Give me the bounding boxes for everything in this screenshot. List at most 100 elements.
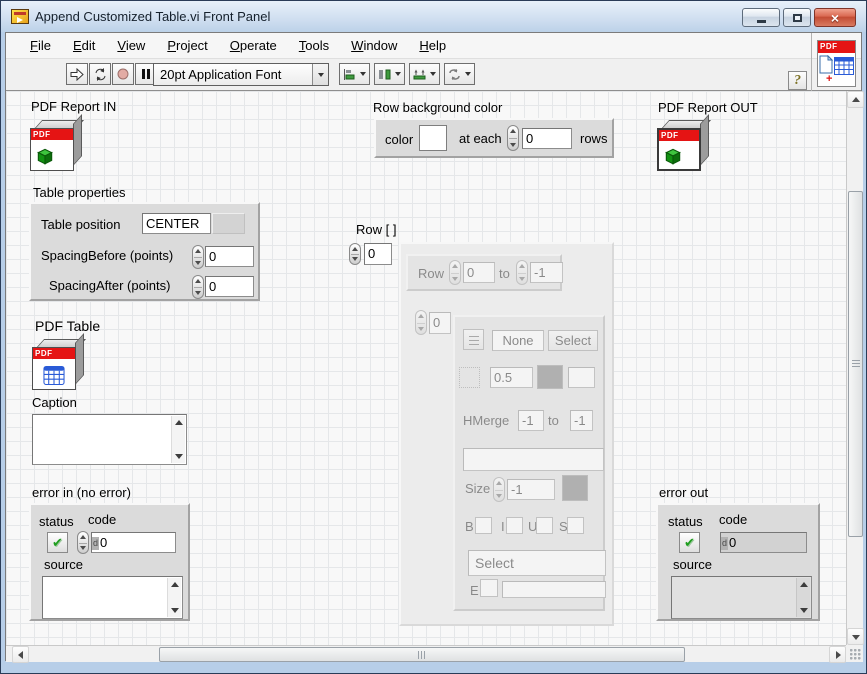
code-field[interactable]: d0 bbox=[91, 532, 176, 553]
scroll-up-button[interactable] bbox=[847, 91, 864, 108]
close-icon: × bbox=[831, 11, 839, 25]
reorder-objects-button[interactable] bbox=[444, 63, 475, 85]
scroll-right-button[interactable] bbox=[829, 646, 846, 663]
row-to-field[interactable]: -1 bbox=[530, 262, 563, 283]
context-help-button[interactable]: ? bbox=[788, 71, 807, 90]
select-listbox[interactable]: Select bbox=[468, 550, 606, 576]
font-selector-value: 20pt Application Font bbox=[154, 67, 312, 82]
cell-text-field[interactable] bbox=[463, 448, 604, 471]
caption-scrollbar[interactable] bbox=[171, 416, 185, 463]
align-objects-button[interactable] bbox=[339, 63, 370, 85]
hmerge-to-field[interactable]: -1 bbox=[570, 410, 593, 431]
pdf-badge: PDF bbox=[31, 129, 73, 140]
caption-textbox[interactable] bbox=[32, 414, 187, 465]
vertical-scroll-thumb[interactable] bbox=[848, 191, 863, 537]
border-width-field[interactable]: 0.5 bbox=[490, 367, 533, 388]
embed-field[interactable] bbox=[502, 581, 606, 598]
border-color-box[interactable] bbox=[537, 365, 563, 389]
scroll-down-icon[interactable] bbox=[175, 454, 183, 459]
row-array-index-field[interactable]: 0 bbox=[364, 243, 392, 265]
spacing-after-field[interactable]: 0 bbox=[205, 276, 254, 297]
status-indicator bbox=[679, 532, 700, 553]
table-position-field[interactable]: CENTER bbox=[142, 213, 211, 234]
arrow-left-icon bbox=[18, 651, 23, 659]
run-button[interactable] bbox=[66, 63, 88, 85]
font-name-field[interactable]: None bbox=[492, 330, 544, 351]
underline-checkbox[interactable] bbox=[536, 517, 553, 534]
source-scrollbar[interactable] bbox=[167, 578, 181, 617]
scroll-left-button[interactable] bbox=[12, 646, 29, 663]
spacing-after-spinner[interactable] bbox=[192, 275, 204, 299]
menu-file[interactable]: File bbox=[19, 33, 62, 59]
row-from-field[interactable]: 0 bbox=[463, 262, 495, 283]
scroll-down-icon[interactable] bbox=[171, 608, 179, 613]
pause-icon bbox=[141, 68, 151, 80]
row-array-index-spinner[interactable] bbox=[349, 243, 361, 265]
row-from-spinner[interactable] bbox=[449, 260, 461, 285]
distribute-objects-button[interactable] bbox=[374, 63, 405, 85]
run-continuous-button[interactable] bbox=[89, 63, 111, 85]
menu-help[interactable]: Help bbox=[408, 33, 457, 59]
minimize-button[interactable] bbox=[742, 8, 780, 27]
row-bg-color-label: Row background color bbox=[373, 100, 502, 115]
source-scrollbar[interactable] bbox=[796, 578, 810, 617]
menu-view[interactable]: View bbox=[106, 33, 156, 59]
color-label: color bbox=[385, 132, 413, 147]
border-checkbox[interactable] bbox=[459, 367, 480, 388]
resize-grip[interactable] bbox=[846, 645, 863, 662]
row-color-box[interactable] bbox=[419, 125, 447, 151]
source-textbox[interactable] bbox=[42, 576, 183, 619]
justify-button[interactable] bbox=[463, 329, 484, 350]
size-field[interactable]: -1 bbox=[507, 479, 555, 500]
spacing-before-spinner[interactable] bbox=[192, 245, 204, 269]
chevron-down-icon bbox=[360, 72, 366, 76]
menu-edit[interactable]: Edit bbox=[62, 33, 106, 59]
row-to-spinner[interactable] bbox=[516, 260, 528, 285]
titlebar[interactable]: Append Customized Table.vi Front Panel × bbox=[1, 1, 866, 32]
minimize-icon bbox=[757, 20, 766, 23]
pdf-report-in-control[interactable]: PDF bbox=[29, 117, 83, 171]
scroll-up-icon[interactable] bbox=[175, 420, 183, 425]
menu-operate[interactable]: Operate bbox=[219, 33, 288, 59]
font-selector-dropdown[interactable] bbox=[312, 64, 328, 85]
cell-array-index-spinner[interactable] bbox=[415, 310, 427, 335]
size-spinner[interactable] bbox=[493, 477, 505, 502]
font-select-button[interactable]: Select bbox=[548, 330, 598, 351]
vertical-scrollbar[interactable] bbox=[846, 91, 863, 645]
menu-tools[interactable]: Tools bbox=[288, 33, 340, 59]
at-each-field[interactable]: 0 bbox=[522, 128, 572, 149]
scroll-down-button[interactable] bbox=[847, 628, 864, 645]
scroll-up-icon[interactable] bbox=[171, 582, 179, 587]
code-spinner[interactable] bbox=[77, 531, 89, 554]
font-color-box[interactable] bbox=[562, 475, 588, 501]
italic-checkbox[interactable] bbox=[506, 517, 523, 534]
arrow-up-icon bbox=[852, 97, 860, 102]
scroll-down-icon[interactable] bbox=[800, 608, 808, 613]
cell-color-box[interactable] bbox=[568, 367, 595, 388]
strike-checkbox[interactable] bbox=[567, 517, 584, 534]
abort-button[interactable] bbox=[112, 63, 134, 85]
horizontal-scroll-thumb[interactable] bbox=[159, 647, 685, 662]
font-selector[interactable]: 20pt Application Font bbox=[153, 63, 329, 86]
spacing-before-field[interactable]: 0 bbox=[205, 246, 254, 267]
resize-objects-button[interactable] bbox=[409, 63, 440, 85]
chevron-down-icon bbox=[318, 73, 324, 77]
status-checkbox[interactable] bbox=[47, 532, 68, 553]
close-button[interactable]: × bbox=[814, 8, 856, 27]
menu-window[interactable]: Window bbox=[340, 33, 408, 59]
at-each-spinner[interactable] bbox=[507, 125, 519, 151]
cell-array-index-field[interactable]: 0 bbox=[429, 312, 451, 334]
vi-connector-icon[interactable]: PDF + bbox=[817, 40, 856, 87]
front-panel: PDF Report IN PDF Row background bbox=[6, 91, 846, 645]
pdf-table-control[interactable]: PDF bbox=[31, 336, 85, 390]
menu-project[interactable]: Project bbox=[156, 33, 218, 59]
caption-label: Caption bbox=[32, 395, 77, 410]
scroll-up-icon[interactable] bbox=[800, 582, 808, 587]
source-label: source bbox=[44, 557, 83, 572]
bold-checkbox[interactable] bbox=[475, 517, 492, 534]
embed-checkbox[interactable] bbox=[480, 579, 498, 597]
hmerge-from-field[interactable]: -1 bbox=[518, 410, 544, 431]
maximize-button[interactable] bbox=[783, 8, 811, 27]
horizontal-scrollbar[interactable] bbox=[6, 645, 846, 662]
pdf-table-label: PDF Table bbox=[35, 318, 100, 334]
